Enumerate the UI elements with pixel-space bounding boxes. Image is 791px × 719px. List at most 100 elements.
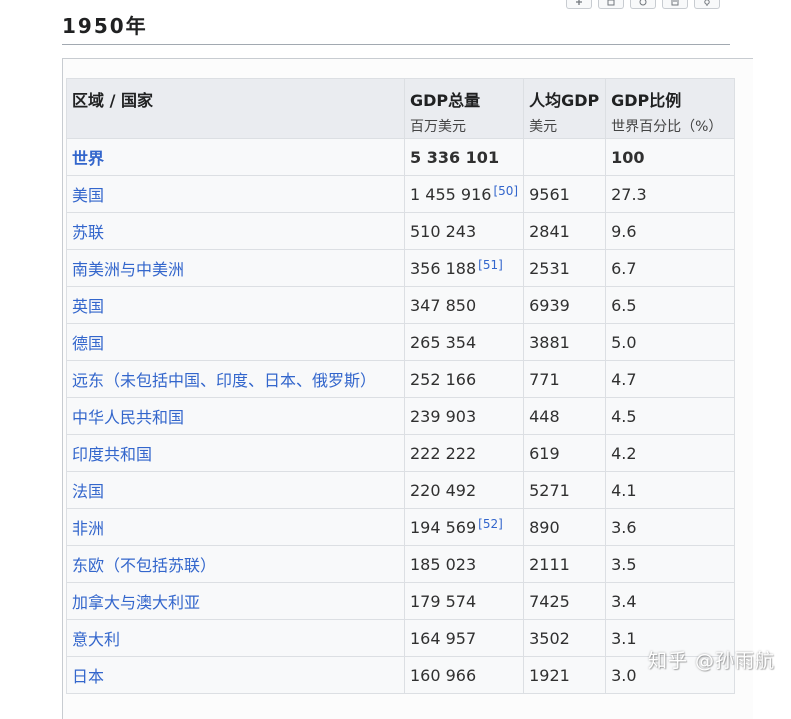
- cell-region: 印度共和国: [66, 434, 405, 472]
- region-link[interactable]: 德国: [72, 334, 104, 353]
- cell-region: 远东（未包括中国、印度、日本、俄罗斯）: [66, 360, 405, 398]
- watermark: 知乎 @孙雨航: [648, 650, 776, 672]
- region-link[interactable]: 英国: [72, 297, 104, 316]
- cell-region: 美国: [66, 175, 405, 213]
- region-link[interactable]: 东欧（不包括苏联）: [72, 556, 216, 575]
- cell-gdp: 179 574: [403, 582, 525, 620]
- reference-link[interactable]: [51]: [478, 258, 503, 272]
- cell-gdp: 347 850: [403, 286, 525, 324]
- cell-per-capita: 448: [523, 397, 607, 435]
- region-link[interactable]: 法国: [72, 482, 104, 501]
- cell-region: 德国: [66, 323, 405, 361]
- cell-gdp: 265 354: [403, 323, 525, 361]
- cell-share: 4.2: [605, 434, 736, 472]
- table-row: 英国 347 850 6939 6.5: [66, 286, 736, 324]
- table-body: 世界 5 336 101 100 美国 1 455 916 [50] 9561 27.3 苏联 5…: [66, 138, 736, 694]
- gdp-value: 179 574: [410, 591, 477, 611]
- cell-per-capita: 890: [523, 508, 607, 546]
- cell-region: 加拿大与澳大利亚: [66, 582, 405, 620]
- settings-icon[interactable]: [694, 0, 720, 9]
- cell-region: 英国: [66, 286, 405, 324]
- region-link[interactable]: 意大利: [72, 630, 120, 649]
- table-row: 中华人民共和国 239 903 448 4.5: [66, 397, 736, 435]
- cell-gdp: 1 455 916 [50]: [403, 175, 525, 213]
- cell-per-capita: 771: [523, 360, 607, 398]
- cell-share: 3.6: [605, 508, 736, 546]
- cell-gdp: 5 336 101: [403, 138, 525, 176]
- gdp-value: 194 569: [410, 518, 477, 537]
- table-row: 印度共和国 222 222 619 4.2: [66, 434, 736, 472]
- cell-gdp: 220 492: [403, 471, 525, 509]
- gdp-value: 265 354: [410, 332, 477, 352]
- table-row: 远东（未包括中国、印度、日本、俄罗斯） 252 166 771 4.7: [66, 360, 736, 398]
- gdp-value: 185 023: [410, 554, 477, 574]
- region-link[interactable]: 远东（未包括中国、印度、日本、俄罗斯）: [72, 371, 376, 390]
- cell-region: 非洲: [66, 508, 405, 546]
- column-header-share[interactable]: GDP比例 世界百分比（%）: [605, 78, 736, 139]
- expand-icon[interactable]: [598, 0, 624, 9]
- cell-share: 5.0: [605, 323, 736, 361]
- cell-share: 3.4: [605, 582, 736, 620]
- cell-per-capita: 2531: [523, 249, 607, 287]
- cell-gdp: 356 188 [51]: [403, 249, 525, 287]
- gdp-value: 510 243: [410, 221, 477, 241]
- region-link[interactable]: 美国: [72, 186, 104, 205]
- cell-region: 东欧（不包括苏联）: [66, 545, 405, 583]
- cell-share: 6.5: [605, 286, 736, 324]
- region-link[interactable]: 苏联: [72, 223, 104, 242]
- page-toolbar: [566, 0, 720, 9]
- gdp-value: 1 455 916: [410, 185, 492, 204]
- region-link[interactable]: 非洲: [72, 519, 104, 538]
- gdp-value: 160 966: [410, 665, 477, 685]
- cell-per-capita: 9561: [523, 175, 607, 213]
- cell-gdp: 252 166: [403, 360, 525, 398]
- cell-share: 100: [605, 138, 736, 176]
- table-row: 美国 1 455 916 [50] 9561 27.3: [66, 175, 736, 213]
- add-icon[interactable]: [566, 0, 592, 9]
- gdp-value: 356 188: [410, 259, 477, 278]
- table-row: 加拿大与澳大利亚 179 574 7425 3.4: [66, 582, 736, 620]
- gdp-value: 239 903: [410, 406, 477, 426]
- column-header-gdp[interactable]: GDP总量 百万美元: [403, 78, 525, 139]
- region-link[interactable]: 印度共和国: [72, 445, 152, 464]
- region-link[interactable]: 日本: [72, 667, 104, 686]
- table-row: 世界 5 336 101 100: [66, 138, 736, 176]
- cell-gdp: 510 243: [403, 212, 525, 250]
- region-link[interactable]: 中华人民共和国: [72, 408, 184, 427]
- section-heading: 1950年: [62, 10, 730, 45]
- cell-per-capita: 3502: [523, 619, 607, 657]
- table-row: 非洲 194 569 [52] 890 3.6: [66, 508, 736, 546]
- cell-gdp: 194 569 [52]: [403, 508, 525, 546]
- cell-share: 27.3: [605, 175, 736, 213]
- cell-gdp: 164 957: [403, 619, 525, 657]
- reference-link[interactable]: [50]: [493, 184, 518, 198]
- region-link[interactable]: 南美洲与中美洲: [72, 260, 184, 279]
- cell-gdp: 239 903: [403, 397, 525, 435]
- cell-per-capita: [523, 138, 607, 176]
- cell-share: 6.7: [605, 249, 736, 287]
- cell-share: 9.6: [605, 212, 736, 250]
- page-icon[interactable]: [662, 0, 688, 9]
- region-link[interactable]: 加拿大与澳大利亚: [72, 593, 200, 612]
- cell-region: 中华人民共和国: [66, 397, 405, 435]
- history-icon[interactable]: [630, 0, 656, 9]
- cell-region: 日本: [66, 656, 405, 694]
- region-link[interactable]: 世界: [72, 149, 104, 168]
- cell-per-capita: 6939: [523, 286, 607, 324]
- table-row: 意大利 164 957 3502 3.1: [66, 619, 736, 657]
- column-unit: 百万美元: [410, 119, 466, 135]
- table-row: 法国 220 492 5271 4.1: [66, 471, 736, 509]
- column-header-region[interactable]: 区域 / 国家: [66, 78, 405, 139]
- cell-per-capita: 2841: [523, 212, 607, 250]
- column-unit: 世界百分比（%）: [611, 119, 723, 135]
- cell-region: 世界: [66, 138, 405, 176]
- cell-region: 法国: [66, 471, 405, 509]
- cell-gdp: 160 966: [403, 656, 525, 694]
- cell-share: 3.5: [605, 545, 736, 583]
- cell-region: 意大利: [66, 619, 405, 657]
- cell-per-capita: 7425: [523, 582, 607, 620]
- reference-link[interactable]: [52]: [478, 517, 503, 531]
- cell-share: 4.1: [605, 471, 736, 509]
- table-row: 日本 160 966 1921 3.0: [66, 656, 736, 694]
- column-header-per-capita[interactable]: 人均GDP 美元: [523, 78, 607, 139]
